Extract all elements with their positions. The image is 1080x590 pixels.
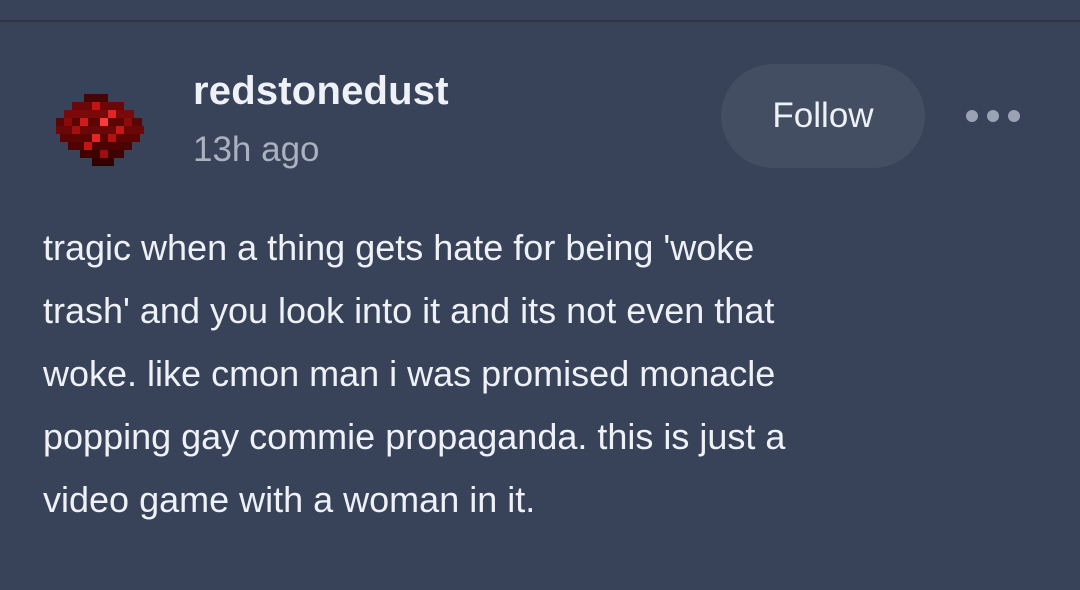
redstone-dust-icon (56, 94, 144, 166)
avatar[interactable] (50, 80, 150, 180)
more-dots-icon (966, 110, 978, 122)
follow-button[interactable]: Follow (721, 64, 925, 168)
more-dots-icon (987, 110, 999, 122)
post-timestamp[interactable]: 13h ago (193, 130, 320, 170)
post-body-line: woke. like cmon man i was promised monac… (43, 353, 776, 394)
post-body-line: trash' and you look into it and its not … (43, 290, 775, 331)
more-options-button[interactable] (958, 96, 1028, 136)
post-card: redstonedust 13h ago Follow tragic when … (0, 24, 1080, 590)
post-body-line: video game with a woman in it. (43, 479, 536, 520)
post-body: tragic when a thing gets hate for being … (43, 216, 1003, 531)
post-body-line: tragic when a thing gets hate for being … (43, 227, 755, 268)
post-body-line: popping gay commie propaganda. this is j… (43, 416, 786, 457)
top-divider (0, 0, 1080, 22)
username[interactable]: redstonedust (193, 69, 449, 114)
more-dots-icon (1008, 110, 1020, 122)
